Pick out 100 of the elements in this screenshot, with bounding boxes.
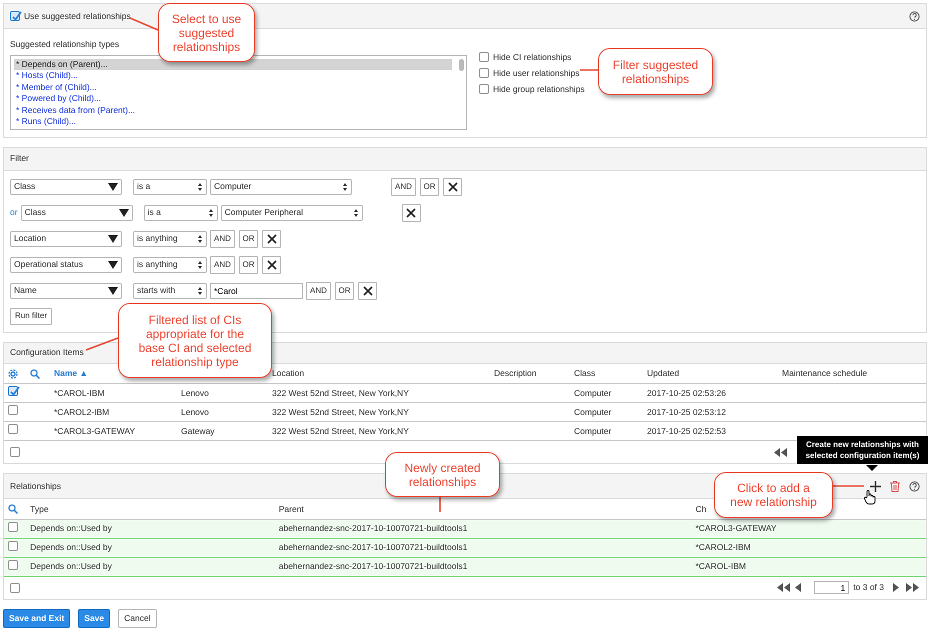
or-button[interactable]: OR bbox=[335, 282, 354, 300]
pager-range: to 3 of 3 bbox=[853, 581, 884, 594]
table-link[interactable]: *CAROL2-IBM bbox=[54, 406, 110, 417]
table-link[interactable]: Lenovo bbox=[181, 388, 209, 398]
and-button[interactable]: AND bbox=[210, 256, 235, 274]
field-select[interactable]: Class bbox=[10, 178, 122, 195]
checkbox[interactable] bbox=[8, 540, 18, 551]
operator-select[interactable]: starts with bbox=[133, 282, 207, 299]
form-button[interactable]: Cancel bbox=[118, 608, 157, 628]
page-field[interactable]: 1 bbox=[814, 581, 850, 594]
table-cell: abehernandez-snc-2017-10-10070721-buildtools1 bbox=[278, 542, 468, 552]
column-header: Parent bbox=[278, 504, 304, 514]
table-cell: Depends on::Used by bbox=[30, 561, 112, 572]
close-icon bbox=[362, 286, 372, 296]
add-icon[interactable] bbox=[870, 480, 881, 492]
search-icon[interactable] bbox=[8, 504, 18, 514]
list-option[interactable]: * Depends on (Parent)... bbox=[14, 58, 452, 70]
table-cell: abehernandez-snc-2017-10-10070721-buildtools1 bbox=[278, 523, 468, 534]
checkbox[interactable] bbox=[479, 84, 489, 94]
table-link[interactable]: Lenovo bbox=[181, 406, 209, 417]
remove-button[interactable] bbox=[262, 230, 281, 248]
caret-icon bbox=[108, 286, 118, 296]
sort-column-header[interactable]: Name ▲ bbox=[54, 368, 88, 378]
caret-icon bbox=[208, 208, 214, 218]
field-select[interactable]: Location bbox=[10, 230, 122, 247]
table-cell: Computer bbox=[574, 406, 612, 417]
and-button[interactable]: AND bbox=[210, 230, 235, 248]
table-link[interactable]: 322 West 52nd Street, New York,NY bbox=[272, 426, 409, 436]
checkbox[interactable] bbox=[10, 11, 20, 21]
first-page-icon[interactable] bbox=[774, 448, 788, 457]
help-icon[interactable] bbox=[909, 480, 920, 492]
value-select[interactable]: Computer Peripheral bbox=[220, 204, 363, 221]
form-button[interactable]: Save and Exit bbox=[3, 608, 70, 628]
close-icon bbox=[406, 208, 416, 218]
callout: Click to add a new relationship bbox=[714, 472, 833, 518]
checkbox[interactable] bbox=[10, 582, 20, 593]
operator-select[interactable]: is anything bbox=[133, 230, 207, 247]
caret-icon bbox=[197, 182, 203, 192]
field-select[interactable]: Class bbox=[20, 204, 133, 221]
or-button[interactable]: OR bbox=[420, 178, 439, 196]
column-header: Updated bbox=[647, 368, 680, 378]
tooltip-arrow-icon bbox=[866, 465, 878, 471]
table-link[interactable]: 322 West 52nd Street, New York,NY bbox=[272, 406, 409, 417]
remove-button[interactable] bbox=[443, 178, 462, 196]
trash-icon[interactable] bbox=[890, 480, 900, 492]
first-page-icon[interactable] bbox=[777, 583, 792, 592]
list-option[interactable]: * Powered by (Child)... bbox=[14, 93, 452, 105]
field-select[interactable]: Name bbox=[10, 282, 122, 299]
table-link[interactable]: *CAROL-IBM bbox=[54, 388, 105, 398]
and-button[interactable]: AND bbox=[391, 178, 416, 196]
close-icon bbox=[266, 260, 276, 270]
checkbox[interactable] bbox=[10, 447, 20, 458]
value-field[interactable]: *Carol bbox=[210, 282, 303, 299]
column-header: Description bbox=[494, 368, 537, 378]
checkbox[interactable] bbox=[8, 522, 18, 532]
previous-page-icon[interactable] bbox=[795, 583, 802, 592]
close-icon bbox=[266, 234, 276, 244]
caret-icon bbox=[342, 182, 348, 192]
value-select[interactable]: Computer bbox=[210, 178, 352, 195]
list-option[interactable]: * Hosts (Child)... bbox=[14, 70, 452, 82]
caret-icon bbox=[197, 260, 203, 270]
checkbox[interactable] bbox=[8, 560, 18, 570]
help-icon[interactable] bbox=[909, 10, 920, 22]
form-button[interactable]: Save bbox=[78, 608, 110, 628]
last-page-icon[interactable] bbox=[906, 583, 920, 592]
checkbox[interactable] bbox=[8, 405, 18, 416]
run-filter-button[interactable]: Run filter bbox=[10, 308, 52, 325]
list-option[interactable]: * Runs (Child)... bbox=[14, 116, 452, 128]
remove-button[interactable] bbox=[358, 282, 377, 300]
operator-select[interactable]: is a bbox=[133, 178, 207, 195]
list-option[interactable]: * Member of (Child)... bbox=[14, 82, 452, 94]
list-option[interactable]: * Receives data from (Parent)... bbox=[14, 104, 452, 116]
checkbox[interactable] bbox=[8, 386, 18, 396]
operator-select[interactable]: is anything bbox=[133, 256, 207, 273]
checkbox[interactable] bbox=[8, 424, 18, 434]
search-icon[interactable] bbox=[30, 368, 40, 379]
callout: Filter suggested relationships bbox=[598, 48, 713, 95]
next-page-icon[interactable] bbox=[892, 583, 899, 592]
settings-icon[interactable] bbox=[8, 368, 18, 379]
scrollbar-thumb[interactable] bbox=[459, 58, 464, 71]
remove-button[interactable] bbox=[262, 256, 281, 274]
or-button[interactable]: OR bbox=[239, 230, 258, 248]
table-cell: *CAROL-IBM bbox=[695, 561, 746, 572]
column-header: Type bbox=[30, 504, 49, 514]
table-link[interactable]: *CAROL3-GATEWAY bbox=[54, 426, 136, 436]
or-button[interactable]: OR bbox=[239, 256, 258, 274]
remove-button[interactable] bbox=[402, 204, 421, 222]
checkbox[interactable] bbox=[479, 52, 489, 62]
checkbox[interactable] bbox=[479, 68, 489, 78]
table-cell: Depends on::Used by bbox=[30, 523, 112, 534]
caret-icon bbox=[118, 208, 129, 218]
leader-line bbox=[438, 495, 442, 514]
table-link[interactable]: 322 West 52nd Street, New York,NY bbox=[272, 388, 409, 398]
operator-select[interactable]: is a bbox=[144, 204, 218, 221]
callout: Select to use suggested relationships bbox=[158, 3, 255, 62]
leader-line bbox=[84, 336, 120, 352]
table-link[interactable]: Gateway bbox=[181, 426, 215, 436]
caret-icon bbox=[108, 182, 118, 192]
and-button[interactable]: AND bbox=[306, 282, 331, 300]
field-select[interactable]: Operational status bbox=[10, 256, 122, 273]
